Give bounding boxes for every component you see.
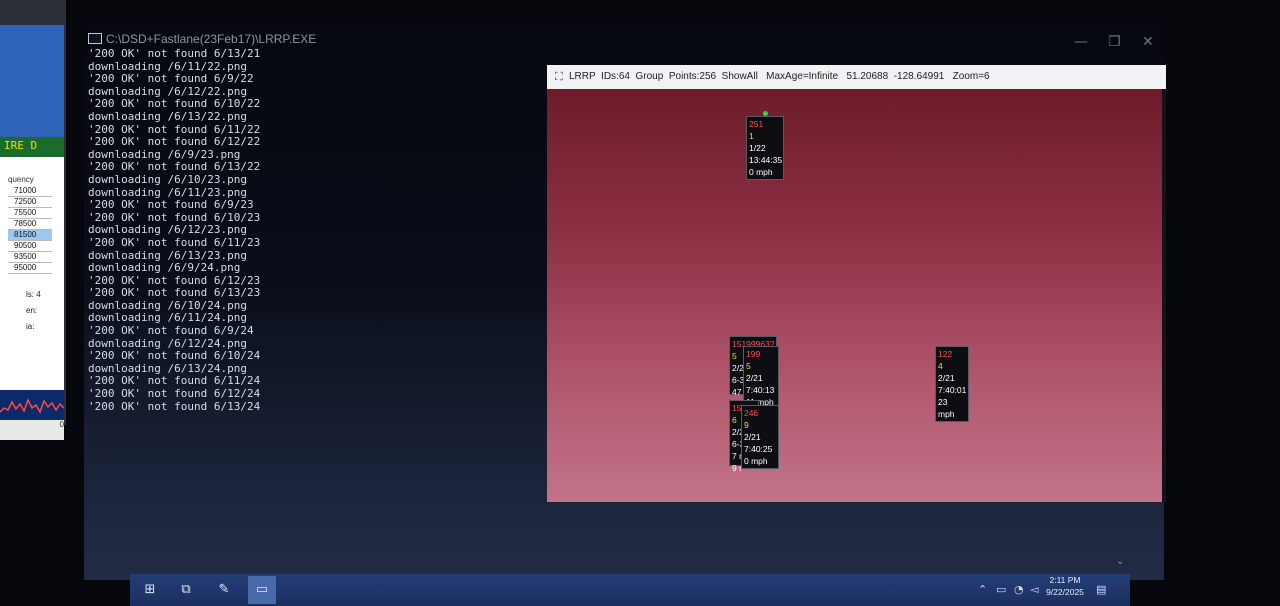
- console-line: '200 OK' not found 6/13/23: [88, 286, 261, 300]
- marker-id: 251: [749, 119, 764, 129]
- scroll-down-arrow-icon[interactable]: ⌄: [1116, 556, 1124, 567]
- frequency-item[interactable]: 90500: [8, 241, 52, 252]
- taskbar-clock[interactable]: 2:11 PM 9/22/2025: [1044, 574, 1086, 598]
- clock-date: 9/22/2025: [1046, 587, 1084, 597]
- maximize-button[interactable]: ❐: [1108, 34, 1121, 50]
- console-line: downloading /6/9/24.png: [88, 261, 241, 275]
- console-line: downloading /6/13/22.png: [88, 109, 247, 123]
- marker-speed: 0 mph: [744, 456, 768, 466]
- left-monitor-edge: IRE D quency 71000 72500 75500 78500 815…: [0, 0, 66, 440]
- console-title: C:\DSD+Fastlane(23Feb17)\LRRP.EXE: [106, 32, 317, 46]
- frequency-item[interactable]: 93500: [8, 252, 52, 263]
- volume-icon[interactable]: ◅: [1030, 583, 1038, 596]
- marker-id: 246: [744, 408, 759, 418]
- left-app-label: ia:: [26, 322, 35, 331]
- lrrp-title: LRRP IDs:64 Group Points:256 ShowAll Max…: [569, 71, 990, 82]
- notifications-icon[interactable]: ▤: [1096, 583, 1106, 596]
- unit-marker[interactable]: 246 9 2/21 7:40:25 0 mph: [741, 405, 779, 469]
- marker-group: 5: [746, 361, 751, 371]
- marker-time: 13:44:35: [749, 155, 783, 165]
- minimize-button[interactable]: —: [1074, 34, 1088, 50]
- signal-graph: [0, 390, 64, 420]
- left-app-header: [0, 25, 64, 137]
- clock-time: 2:11 PM: [1049, 575, 1081, 585]
- console-output: '200 OK' not found 6/13/21 downloading /…: [88, 47, 261, 413]
- left-app-label: en:: [26, 306, 38, 315]
- frequency-item-selected[interactable]: 81500: [8, 230, 52, 241]
- console-titlebar[interactable]: C:\DSD+Fastlane(23Feb17)\LRRP.EXE: [84, 30, 1164, 48]
- marker-date: 2/21: [744, 432, 761, 442]
- left-app-banner-text: IRE D: [4, 139, 38, 152]
- marker-date: 2/21: [938, 373, 955, 383]
- frequency-item[interactable]: 72500: [8, 197, 52, 208]
- marker-time: 7:40:01: [938, 385, 967, 395]
- taskbar: ⊞ ⧉ ✎ ▭ ⌃ ▭ ◔ ◅ ▤: [130, 574, 1130, 606]
- task-view-icon[interactable]: ⧉: [178, 582, 194, 598]
- console-app-taskbar-icon[interactable]: ▭: [254, 582, 270, 598]
- lrrp-map[interactable]: 251 1 1/22 13:44:35 0 mph 15199963? 5 2/…: [547, 89, 1162, 502]
- lrrp-window[interactable]: ⛶ LRRP IDs:64 Group Points:256 ShowAll M…: [547, 65, 1166, 502]
- console-line: '200 OK' not found 6/10/24: [88, 349, 261, 363]
- console-line: '200 OK' not found 6/13/24: [88, 399, 261, 413]
- left-app-labels: ls: 4 en: ia:: [26, 287, 41, 335]
- windows-start-icon[interactable]: ⊞: [142, 582, 158, 598]
- unit-marker[interactable]: 251 1 1/22 13:44:35 0 mph: [746, 116, 784, 180]
- console-line: '200 OK' not found 6/13/21: [88, 47, 261, 60]
- marker-date: 1/22: [749, 143, 766, 153]
- marker-group: 1: [749, 131, 754, 141]
- left-app-bottom-value: 0: [0, 420, 64, 440]
- left-app-label: ls: 4: [26, 290, 41, 299]
- marker-speed: 0 mph: [749, 167, 773, 177]
- wifi-icon[interactable]: ◔: [1014, 583, 1024, 596]
- marker-time: 7:40:13: [746, 385, 775, 395]
- frequency-item[interactable]: 75500: [8, 208, 52, 219]
- console-line: downloading /6/10/23.png: [88, 172, 247, 186]
- network-icon[interactable]: ▭: [996, 583, 1006, 596]
- console-line: '200 OK' not found 6/12/22: [88, 135, 261, 149]
- console-app-icon: [88, 33, 102, 44]
- marker-id: 122: [938, 349, 953, 359]
- frequency-item[interactable]: 71000: [8, 186, 52, 197]
- unit-marker[interactable]: 122 4 2/21 7:40:01 23 mph: [935, 346, 969, 422]
- console-line: '200 OK' not found 6/12/24: [88, 387, 261, 401]
- marker-speed: 23 mph: [938, 397, 955, 419]
- tray-overflow-icon[interactable]: ⌃: [978, 583, 987, 596]
- frequency-item[interactable]: 95000: [8, 263, 52, 274]
- lrrp-app-icon: ⛶: [555, 71, 563, 83]
- marker-time: 7:40:25: [744, 444, 773, 454]
- close-button[interactable]: ✕: [1142, 34, 1154, 50]
- console-line: '200 OK' not found 6/9/22: [88, 72, 254, 86]
- left-app-window: IRE D quency 71000 72500 75500 78500 815…: [0, 25, 64, 440]
- console-line: '200 OK' not found 6/9/24: [88, 324, 254, 338]
- left-app-banner: IRE D: [0, 137, 64, 157]
- marker-id: 199: [746, 349, 761, 359]
- frequency-list-header: quency: [8, 175, 34, 184]
- lrrp-titlebar[interactable]: ⛶ LRRP IDs:64 Group Points:256 ShowAll M…: [547, 65, 1166, 89]
- marker-group: 4: [938, 361, 943, 371]
- marker-date: 2/21: [746, 373, 763, 383]
- marker-group: 9: [744, 420, 749, 430]
- console-line: '200 OK' not found 6/9/23: [88, 198, 254, 212]
- pinned-app-icon[interactable]: ✎: [216, 582, 232, 598]
- frequency-list[interactable]: quency 71000 72500 75500 78500 81500 905…: [8, 175, 52, 274]
- console-line: '200 OK' not found 6/11/23: [88, 235, 261, 249]
- frequency-item[interactable]: 78500: [8, 219, 52, 230]
